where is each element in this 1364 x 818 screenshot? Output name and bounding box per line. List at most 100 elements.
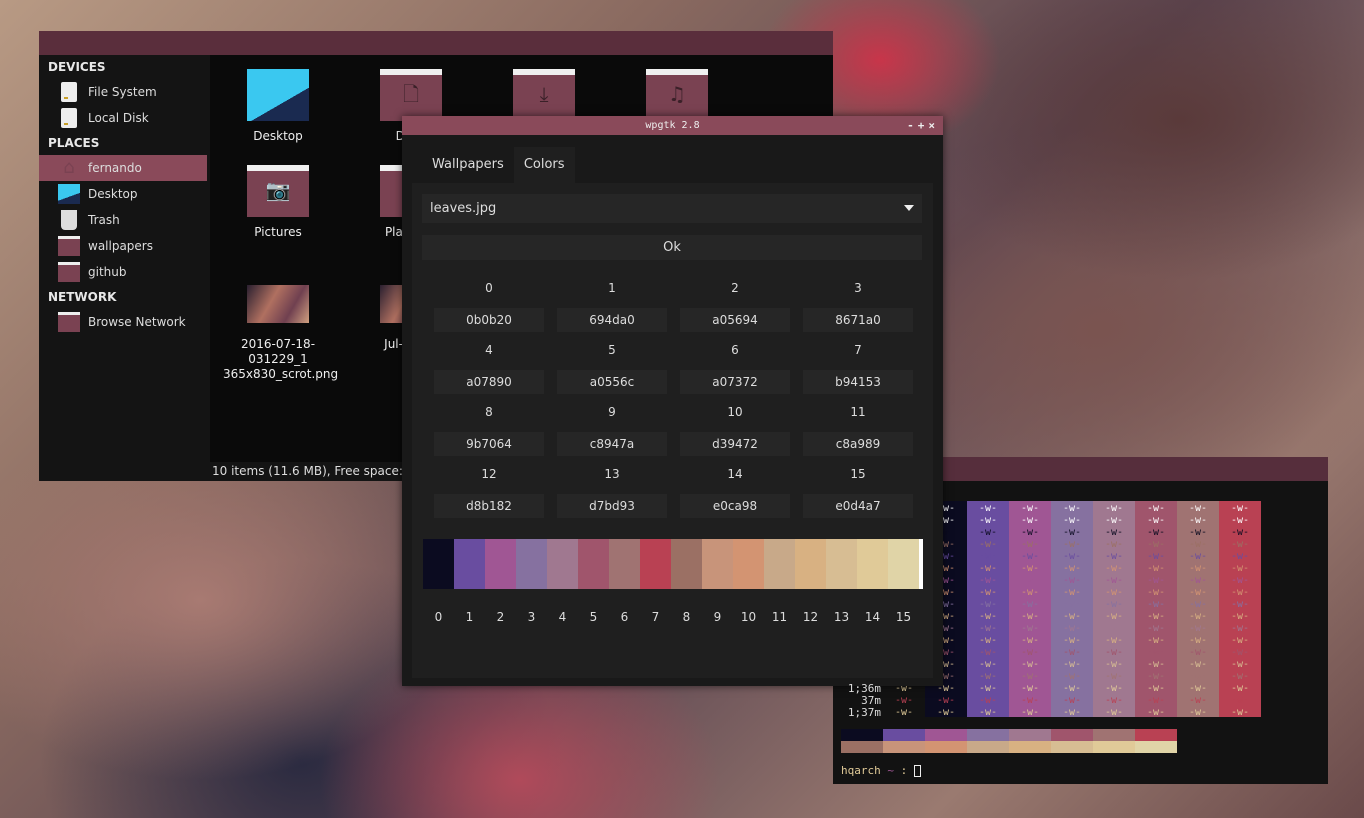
color-index: 6 [731, 343, 739, 357]
color-entry[interactable]: a07890 [434, 370, 544, 394]
color-sample: -w- [1104, 647, 1124, 658]
palette-swatch [967, 741, 1009, 753]
color-sample: -w- [1104, 563, 1124, 574]
color-entry[interactable]: e0ca98 [680, 494, 790, 518]
maximize-button[interactable]: + [918, 119, 929, 132]
color-sample: -w- [1146, 671, 1166, 682]
color-sample: -w- [1062, 539, 1082, 550]
color-index: 2 [731, 281, 739, 295]
palette-index: 9 [713, 610, 722, 624]
sidebar-item[interactable]: ⌂ fernando [39, 155, 207, 181]
color-sample: -w- [1230, 695, 1250, 706]
sidebar-item[interactable]: File System [39, 79, 210, 105]
color-sample: -w- [1146, 599, 1166, 610]
close-button[interactable]: × [928, 119, 939, 132]
palette-swatch [888, 539, 919, 589]
palette-row-bright [841, 741, 1177, 753]
palette-index: 15 [895, 610, 912, 624]
palette-index: 7 [651, 610, 660, 624]
color-sample: -w- [1020, 647, 1040, 658]
color-column: -w--w--w--w--w--w--w--w--w--w--w--w--w--… [1093, 501, 1135, 718]
color-sample: -w- [1146, 611, 1166, 622]
color-entry[interactable]: 9b7064 [434, 432, 544, 456]
color-column: -w--w--w--w--w--w--w--w--w--w--w--w--w--… [1135, 501, 1177, 718]
color-sample: -w- [894, 695, 914, 706]
color-sample: -w- [1104, 623, 1124, 634]
color-entry[interactable]: 0b0b20 [434, 308, 544, 332]
tab-wallpapers[interactable]: Wallpapers [422, 147, 514, 183]
color-entry[interactable]: 694da0 [557, 308, 667, 332]
color-sample: -w- [1188, 647, 1208, 658]
sidebar-item[interactable]: Local Disk [39, 105, 210, 131]
color-entry[interactable]: d8b182 [434, 494, 544, 518]
drive-icon [61, 82, 77, 102]
sidebar-item-label: fernando [88, 161, 142, 175]
title-bar[interactable] [39, 31, 833, 55]
color-sample: -w- [1230, 551, 1250, 562]
color-sample: -w- [1230, 503, 1250, 514]
palette-swatch [485, 539, 516, 589]
image-thumbnail [247, 285, 309, 323]
color-sample: -w- [1104, 515, 1124, 526]
color-index: 5 [608, 343, 616, 357]
color-index: 10 [727, 405, 743, 419]
palette-index: 13 [833, 610, 850, 624]
sidebar-item[interactable]: Desktop [39, 181, 210, 207]
palette-swatch [826, 539, 857, 589]
color-entry[interactable]: a05694 [680, 308, 790, 332]
file-item[interactable]: 📷 Pictures [223, 165, 333, 240]
sidebar-item[interactable]: github [39, 259, 210, 285]
palette-index: 6 [620, 610, 629, 624]
sidebar-item-label: wallpapers [88, 239, 153, 253]
file-item[interactable]: Desktop [223, 69, 333, 144]
color-sample: -w- [1020, 695, 1040, 706]
color-sample: -w- [1062, 707, 1082, 718]
palette-index: 0 [434, 610, 443, 624]
section-header: PLACES [48, 136, 100, 150]
desktop-icon [58, 184, 80, 204]
color-entry[interactable]: a0556c [557, 370, 667, 394]
title-bar[interactable]: wpgtk 2.8 -+× [402, 116, 943, 135]
color-index: 15 [850, 467, 866, 481]
file-name: 2016-07-18-031229_1 365x830_scrot.png [223, 337, 339, 381]
color-entry[interactable]: c8947a [557, 432, 667, 456]
color-entry[interactable]: e0d4a7 [803, 494, 913, 518]
color-index: 3 [854, 281, 862, 295]
color-sample: -w- [1020, 539, 1040, 550]
color-sample: -w- [1104, 527, 1124, 538]
color-entry[interactable]: d39472 [680, 432, 790, 456]
file-name: Pictures [254, 225, 302, 239]
palette-preview [423, 539, 923, 589]
color-sample: -w- [978, 659, 998, 670]
sidebar-item[interactable]: wallpapers [39, 233, 210, 259]
tab-colors[interactable]: Colors [513, 147, 575, 183]
color-entry[interactable]: 8671a0 [803, 308, 913, 332]
palette-swatch [925, 741, 967, 753]
color-sample: -w- [1104, 539, 1124, 550]
shell-prompt[interactable]: hqarch ~ : [841, 764, 921, 777]
color-sample: -w- [1062, 683, 1082, 694]
color-sample: -w- [1230, 623, 1250, 634]
wallpaper-select[interactable]: leaves.jpg [422, 194, 922, 223]
color-entry[interactable]: c8a989 [803, 432, 913, 456]
color-sample: -w- [1104, 635, 1124, 646]
color-entry[interactable]: b94153 [803, 370, 913, 394]
color-sample: -w- [978, 599, 998, 610]
color-sample: -w- [1188, 683, 1208, 694]
color-entry[interactable]: d7bd93 [557, 494, 667, 518]
color-sample: -w- [978, 563, 998, 574]
sidebar-item[interactable]: Browse Network [39, 309, 210, 335]
sidebar-item[interactable]: Trash [39, 207, 210, 233]
window-title: wpgtk 2.8 [645, 120, 700, 131]
ok-button[interactable]: Ok [422, 235, 922, 260]
file-item[interactable]: 2016-07-18-031229_1 365x830_scrot.png [223, 275, 339, 382]
color-index: 7 [854, 343, 862, 357]
color-sample: -w- [978, 683, 998, 694]
color-sample: -w- [1188, 671, 1208, 682]
palette-index: 12 [802, 610, 819, 624]
color-column: -w--w--w--w--w--w--w--w--w--w--w--w--w--… [1177, 501, 1219, 718]
minimize-button[interactable]: - [907, 119, 918, 132]
color-sample: -w- [1062, 587, 1082, 598]
color-entry[interactable]: a07372 [680, 370, 790, 394]
sidebar-item-label: Desktop [88, 187, 138, 201]
